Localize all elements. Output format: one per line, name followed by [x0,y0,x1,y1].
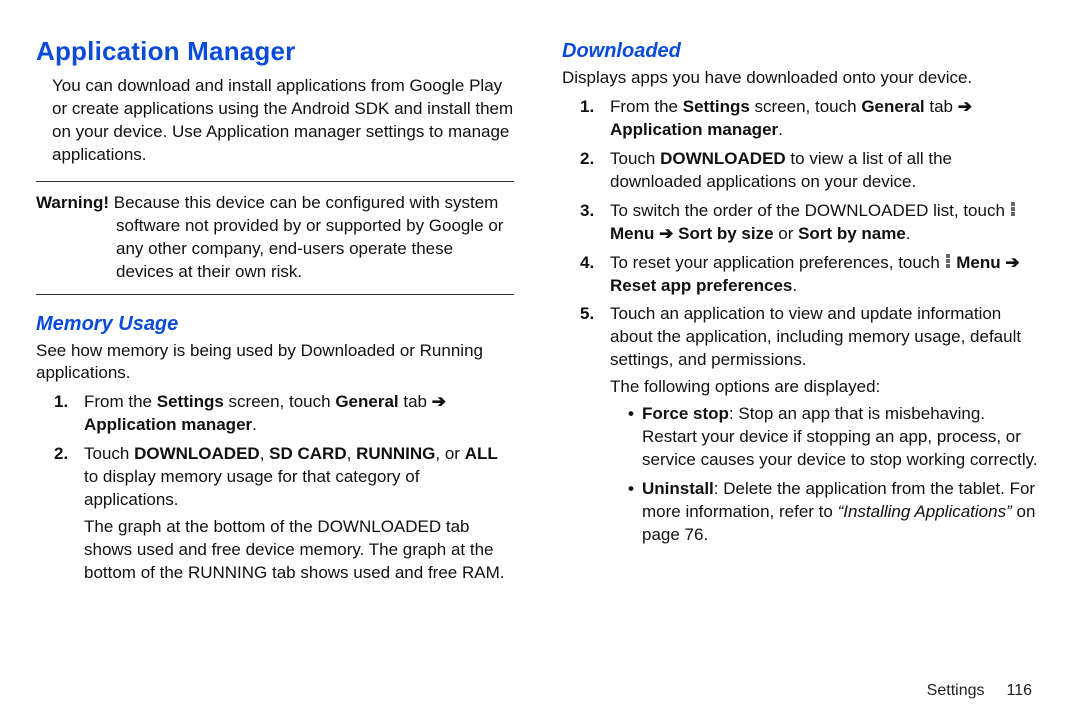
text-bold: RUNNING [356,444,435,463]
downloaded-steps: From the Settings screen, touch General … [562,96,1040,547]
warning-block: Warning! Because this device can be conf… [36,181,514,295]
heading-memory-usage: Memory Usage [36,313,514,336]
text: . [778,120,783,139]
arrow-icon: ➔ [432,392,446,411]
text-bold: ALL [465,444,498,463]
text-bold: Settings [683,97,750,116]
text-bold: SD CARD [269,444,346,463]
text: , or [435,444,464,463]
text-bold: Settings [157,392,224,411]
page-footer: Settings 116 [927,682,1032,700]
text: To switch the order of the DOWNLOADED li… [610,201,1010,220]
text-bold: Menu [610,224,654,243]
arrow-icon: ➔ [958,97,972,116]
downloaded-step-3: To switch the order of the DOWNLOADED li… [580,200,1040,246]
text: , [347,444,356,463]
text-bold: Sort by size [678,224,773,243]
text-bold: Menu [956,253,1000,272]
page: Application Manager You can download and… [0,0,1080,720]
two-column-layout: Application Manager You can download and… [36,32,1040,692]
text: From the [610,97,683,116]
intro-paragraph: You can download and install application… [52,75,514,167]
text: To reset your application preferences, t… [610,253,945,272]
text: From the [84,392,157,411]
text: tab [399,392,432,411]
text: or [774,224,799,243]
text: , [260,444,269,463]
memory-step-1: From the Settings screen, touch General … [54,391,514,437]
text: . [252,415,257,434]
heading-downloaded: Downloaded [562,40,1040,63]
text-bold: DOWNLOADED [134,444,260,463]
right-column: Downloaded Displays apps you have downlo… [562,32,1040,692]
menu-icon [1011,201,1015,218]
downloaded-step-4: To reset your application preferences, t… [580,252,1040,298]
text: . [792,276,797,295]
memory-intro: See how memory is being used by Download… [36,340,514,386]
warning-text: Warning! Because this device can be conf… [36,192,514,284]
heading-application-manager: Application Manager [36,36,514,67]
warning-label: Warning! [36,193,109,212]
text-bold: General [335,392,398,411]
text-bold: Uninstall [642,479,714,498]
option-force-stop: Force stop: Stop an app that is misbehav… [628,403,1040,472]
text-bold: DOWNLOADED [660,149,786,168]
downloaded-step-5-follow: The following options are displayed: [610,376,1040,399]
menu-icon [946,252,950,269]
footer-section: Settings [927,682,985,699]
footer-page-number: 116 [1006,682,1032,699]
left-column: Application Manager You can download and… [36,32,514,692]
text: Touch [610,149,660,168]
text: Touch an application to view and update … [610,304,1021,369]
text: Touch [84,444,134,463]
option-bullets: Force stop: Stop an app that is misbehav… [610,403,1040,547]
memory-step-2-note: The graph at the bottom of the DOWNLOADE… [84,516,514,585]
text-bold: Application manager [84,415,252,434]
warning-body: Because this device can be configured wi… [109,193,503,281]
text-bold: Application manager [610,120,778,139]
downloaded-intro: Displays apps you have downloaded onto y… [562,67,1040,90]
text-bold: General [861,97,924,116]
downloaded-step-5: Touch an application to view and update … [580,303,1040,546]
memory-step-2: Touch DOWNLOADED, SD CARD, RUNNING, or A… [54,443,514,585]
downloaded-step-2: Touch DOWNLOADED to view a list of all t… [580,148,1040,194]
text-italic: “Installing Applications” [838,502,1012,521]
text: screen, touch [750,97,862,116]
text: to display memory usage for that categor… [84,467,419,509]
arrow-icon: ➔ [1005,253,1019,272]
downloaded-step-1: From the Settings screen, touch General … [580,96,1040,142]
text-bold: Reset app preferences [610,276,792,295]
text: . [906,224,911,243]
arrow-icon: ➔ [659,224,673,243]
option-uninstall: Uninstall: Delete the application from t… [628,478,1040,547]
text-bold: Force stop [642,404,729,423]
text: screen, touch [224,392,336,411]
text-bold: Sort by name [798,224,906,243]
text: tab [925,97,958,116]
memory-steps: From the Settings screen, touch General … [36,391,514,585]
